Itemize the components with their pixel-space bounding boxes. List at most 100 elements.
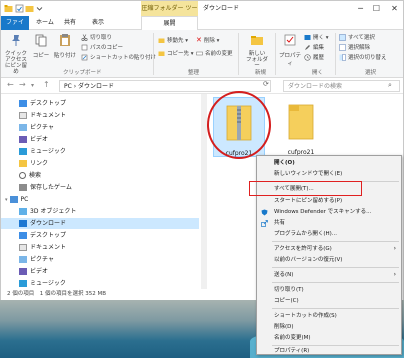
menu-item-copy[interactable]: コピー(C) [257,296,401,306]
menu-item-restore-versions[interactable]: 以前のバージョンの復元(V) [257,255,401,265]
select-all-button[interactable]: すべて選択 [339,33,375,41]
menu-item-share[interactable]: 共有 [257,218,401,228]
menu-item-label: 開く(O) [274,160,295,166]
nav-item-label: デスクトップ [30,100,67,107]
folder-copy-icon [158,51,165,56]
music-icon [19,148,27,155]
nav-item-downloads[interactable]: ダウンロード [1,218,199,229]
nav-item-music-pc[interactable]: ミュージック [19,278,66,289]
pencil-icon [305,45,310,50]
nav-item-videos-pc[interactable]: ビデオ [19,266,48,277]
ribbon-tabs: ファイル ホーム 共有 表示 展開 [1,16,403,40]
nav-item-desktop-pc[interactable]: デスクトップ [19,230,66,241]
nav-item-links[interactable]: リンク [19,158,48,169]
properties-button[interactable]: プロパティ [278,33,302,67]
menu-item-properties[interactable]: プロパティ(R) [257,346,401,356]
up-arrow-icon[interactable]: ↑ [43,80,50,89]
edit-button[interactable]: 編集 [304,43,324,51]
tab-share[interactable]: 共有 [59,16,81,30]
nav-item-pictures[interactable]: ピクチャ [19,122,54,133]
search-icon: ⌕ [388,81,392,89]
copy-path-button[interactable]: パスのコピー [81,43,123,51]
annotation-highlight-box [249,181,362,196]
properties-icon[interactable] [15,4,24,13]
shield-icon [261,209,268,216]
nav-item-saved-games[interactable]: 保存したゲーム [19,182,72,193]
nav-item-label: PC [20,196,29,203]
menu-item-rename[interactable]: 名前の変更(M) [257,333,401,343]
nav-item-documents[interactable]: ドキュメント [19,110,66,121]
menu-item-label: 切り取り(T) [274,287,304,293]
nav-item-3d-objects[interactable]: 3D オブジェクト [19,206,76,217]
copy-to-button[interactable]: コピー先 ▾ [158,49,194,57]
chevron-right-icon: › [393,271,396,278]
nav-item-videos[interactable]: ビデオ [19,134,48,145]
cut-button[interactable]: 切り取り [81,33,112,41]
ribbon: クイック アクセス にピン留め コピー 貼り付け 切り取り パスのコピー ショー… [1,30,403,78]
tab-view[interactable]: 表示 [87,16,109,30]
pin-quick-access-button[interactable]: クイック アクセス にピン留め [3,33,29,75]
menu-item-send-to[interactable]: 送る(N) › [257,270,401,280]
move-to-button[interactable]: 移動先 ▾ [158,36,188,44]
back-arrow-icon[interactable]: ← [7,80,14,89]
invert-selection-button[interactable]: 選択の切り替え [339,53,387,61]
maximize-button[interactable]: ☐ [369,1,384,16]
picture-icon [19,256,27,263]
delete-button[interactable]: ✕ 削除 ▾ [196,36,219,44]
search-input[interactable]: ダウンロードの検索 [283,80,400,92]
menu-item-open-new-window[interactable]: 新しいウィンドウで開く(E) [257,169,401,179]
navigation-pane: デスクトップ ドキュメント ピクチャ ビデオ ミュージック リンク 検索 保存し… [1,94,201,289]
chevron-down-icon[interactable] [35,4,44,13]
invert-selection-icon [339,54,346,61]
edit-label: 編集 [313,45,325,51]
refresh-icon[interactable]: ⟳ [263,80,269,88]
menu-item-open-with[interactable]: プログラムから開く(H)... [257,229,401,239]
paste-shortcut-button[interactable]: ショートカットの貼り付け [81,53,156,61]
nav-item-label: ピクチャ [30,124,54,131]
tab-extract[interactable]: 展開 [141,16,198,30]
nav-item-documents-pc[interactable]: ドキュメント [19,242,66,253]
nav-item-search[interactable]: 検索 [19,170,41,181]
history-button[interactable]: 履歴 [304,53,324,61]
nav-item-pc[interactable]: ▾ PC [5,194,28,205]
forward-arrow-icon[interactable]: → [19,80,26,89]
nav-item-desktop[interactable]: デスクトップ [19,98,66,109]
menu-item-pin-to-start[interactable]: スタートにピン留めする(P) [257,196,401,206]
open-button[interactable]: 開く ▾ [304,33,329,41]
gamepad-icon [19,184,27,191]
pin-icon [12,35,20,46]
select-none-icon [339,44,346,51]
folder-move-icon [158,38,165,43]
menu-item-give-access[interactable]: アクセスを許可する(G) › [257,244,401,254]
tab-file[interactable]: ファイル [1,16,29,40]
picture-icon [19,124,27,131]
menu-item-delete[interactable]: 削除(D) [257,322,401,332]
menu-item-create-shortcut[interactable]: ショートカットの作成(S) [257,311,401,321]
nav-item-music[interactable]: ミュージック [19,146,66,157]
copy-button[interactable]: コピー [31,33,51,59]
menu-item-cut[interactable]: 切り取り(T) [257,285,401,295]
zip-file-item[interactable]: cufpro21 [275,99,327,157]
close-button[interactable]: ✕ [387,1,402,16]
nav-item-label: ミュージック [30,280,66,287]
paste-button[interactable]: 貼り付け [53,33,77,59]
title-bar: 圧縮フォルダー ツール ダウンロード ─ ☐ ✕ [1,1,403,27]
chevron-right-icon: › [393,245,396,252]
delete-icon: ✕ [196,36,202,44]
menu-separator [272,267,399,268]
recent-locations-icon[interactable]: ▾ [31,82,34,89]
path-icon [81,44,88,51]
select-none-button[interactable]: 選択解除 [339,43,370,51]
history-icon [304,54,311,61]
folder-icon[interactable] [4,4,13,13]
new-folder-icon[interactable] [25,4,34,13]
tab-home[interactable]: ホーム [31,16,59,30]
minimize-button[interactable]: ─ [353,1,368,16]
nav-item-pictures-pc[interactable]: ピクチャ [19,254,54,265]
menu-item-open[interactable]: 開く(O) [257,158,401,168]
new-folder-label: 新しい フォルダー [245,51,268,69]
menu-separator [272,308,399,309]
new-folder-button[interactable]: 新しい フォルダー [244,33,270,69]
rename-button[interactable]: 名前の変更 [196,49,233,57]
menu-item-defender-scan[interactable]: Windows Defender でスキャンする... [257,207,401,217]
